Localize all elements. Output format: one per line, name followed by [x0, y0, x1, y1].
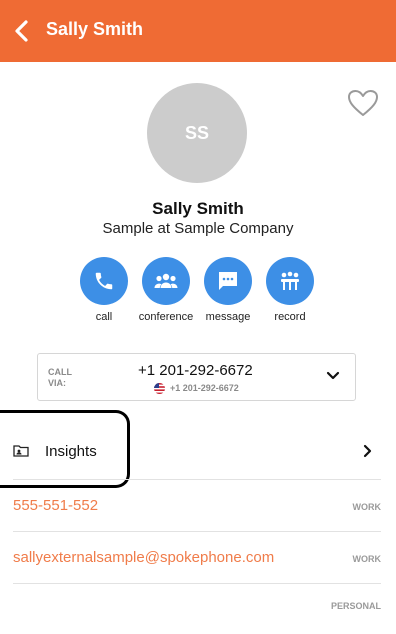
- favorite-heart-icon[interactable]: [347, 89, 379, 117]
- call-via-sub-number: +1 201-292-6672: [170, 383, 239, 393]
- personal-type-badge: PERSONAL: [330, 601, 381, 611]
- record-icon: [266, 257, 314, 305]
- phone-number-link[interactable]: 555-551-552: [13, 497, 98, 514]
- contact-company: Sample at Sample Company: [102, 220, 294, 237]
- call-label: call: [95, 311, 113, 323]
- call-button[interactable]: call: [69, 257, 139, 323]
- email-type-badge: WORK: [352, 554, 382, 564]
- chevron-right-icon: [363, 444, 372, 458]
- message-label: message: [205, 311, 251, 323]
- chevron-down-icon: [326, 371, 340, 380]
- header-title: Sally Smith: [46, 19, 144, 39]
- email-link[interactable]: sallyexternalsample@spokephone.com: [13, 549, 274, 566]
- record-button[interactable]: record: [255, 257, 325, 323]
- insights-highlight: [0, 410, 130, 488]
- phone-icon: [80, 257, 128, 305]
- conference-label: conference: [138, 311, 194, 323]
- us-flag-icon: [154, 383, 165, 394]
- divider: [13, 479, 381, 480]
- group-icon: [142, 257, 190, 305]
- avatar-initials: SS: [184, 122, 209, 143]
- back-arrow-icon[interactable]: [10, 18, 34, 44]
- call-via-label: CALL VIA:: [48, 367, 72, 388]
- record-label: record: [274, 311, 306, 323]
- conference-button[interactable]: conference: [131, 257, 201, 323]
- call-via-number: +1 201-292-6672: [138, 362, 253, 379]
- chat-icon: [204, 257, 252, 305]
- avatar: SS: [147, 83, 247, 183]
- message-button[interactable]: message: [193, 257, 263, 323]
- phone-type-badge: WORK: [352, 502, 382, 512]
- divider: [13, 583, 381, 584]
- app-header: Sally Smith: [0, 0, 396, 62]
- divider: [13, 531, 381, 532]
- contact-name: Sally Smith: [152, 199, 244, 218]
- call-via-selector[interactable]: CALL VIA: +1 201-292-6672 +1 201-292-667…: [37, 353, 356, 401]
